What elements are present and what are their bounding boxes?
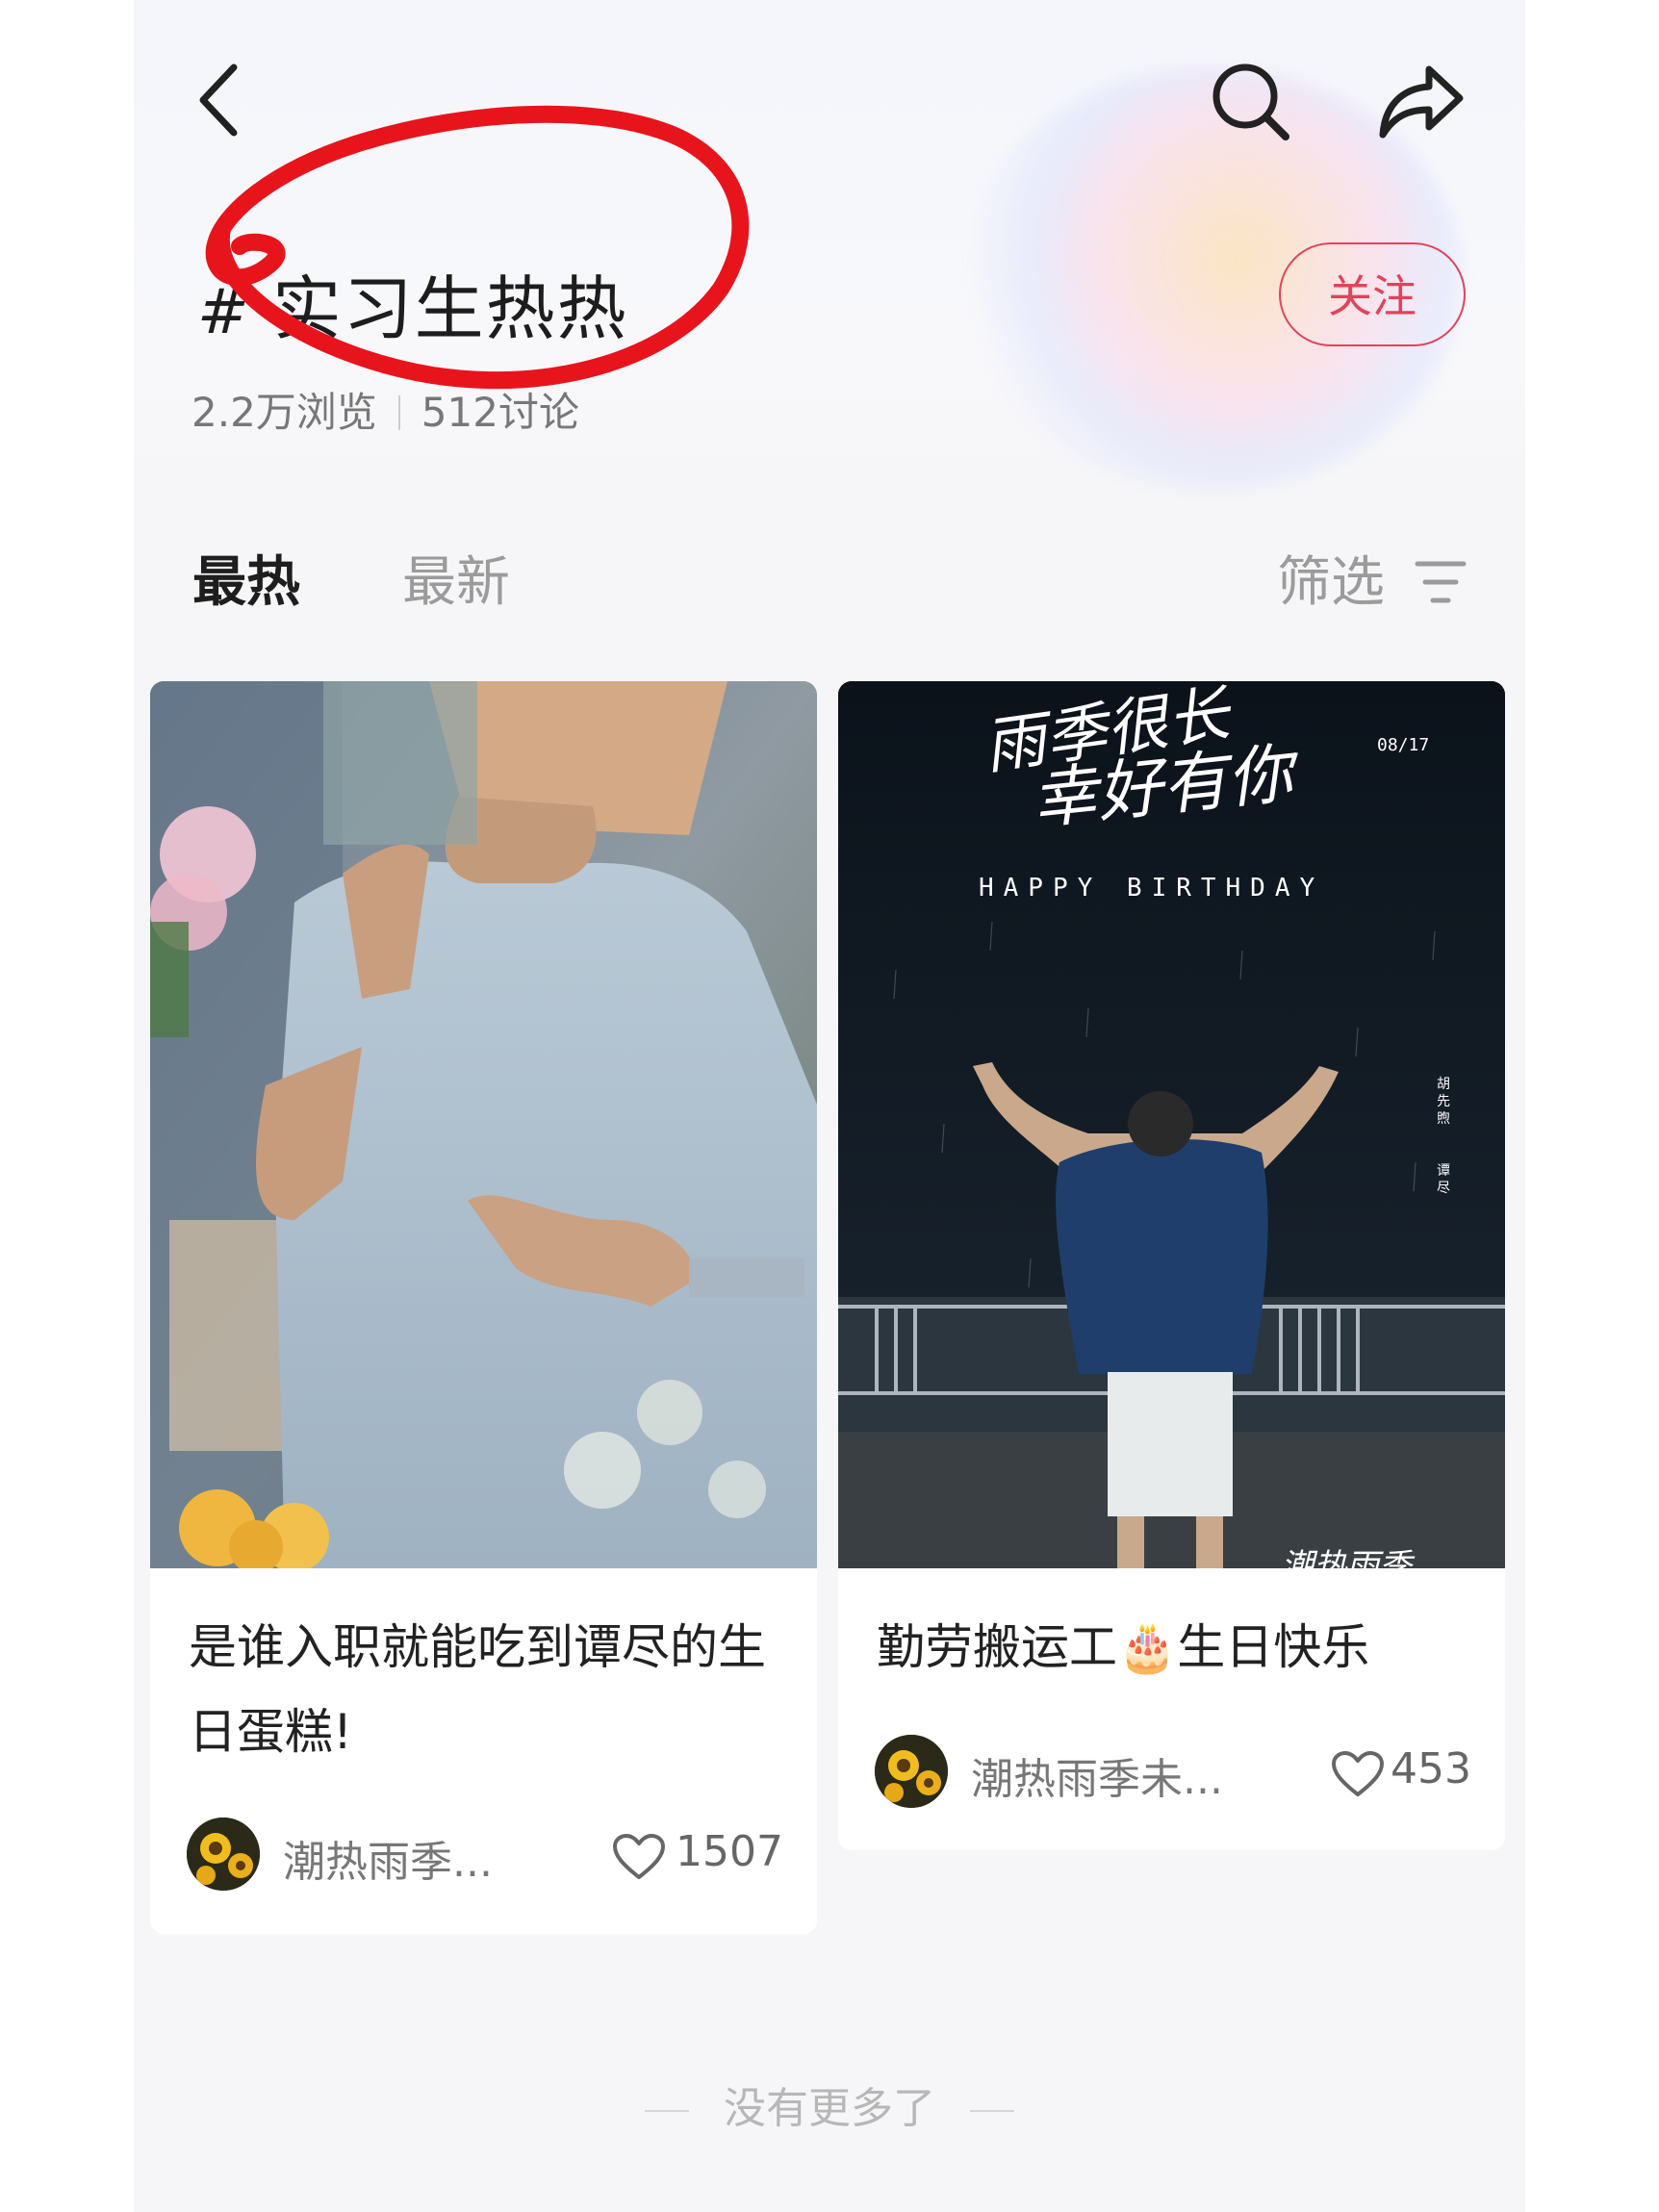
heart-outline-icon[interactable] (1331, 1750, 1385, 1798)
filter-lines-icon[interactable] (1414, 558, 1468, 606)
poster-side-text-2: 谭尽 (1437, 1163, 1450, 1196)
sunflower-avatar-icon (875, 1735, 948, 1808)
topic-page: # 实习生热热 2.2万浏览 512讨论 关注 最热 最新 筛选 是谁入职就能吃… (134, 0, 1525, 2212)
post-card[interactable]: 雨季很长 幸好有你 08/17 HAPPY BIRTHDAY 胡先煦 谭尽 潮热… (838, 681, 1505, 1850)
page-title: # 实习生热热 (197, 252, 628, 353)
hashtag-symbol: # (197, 277, 251, 348)
poster-side-text-1: 胡先煦 (1437, 1077, 1450, 1127)
share-icon[interactable] (1375, 60, 1468, 144)
post-title[interactable]: 是谁入职就能吃到谭尽的生日蛋糕! (189, 1605, 785, 1774)
end-of-list-indicator: 没有更多了 (134, 2073, 1525, 2135)
chevron-left-icon[interactable] (191, 60, 249, 140)
search-icon[interactable] (1207, 58, 1293, 144)
tab-newest[interactable]: 最新 (402, 539, 510, 617)
avatar[interactable] (187, 1818, 260, 1891)
post-title[interactable]: 勤劳搬运工🎂生日快乐 (877, 1605, 1473, 1690)
post-card[interactable]: 是谁入职就能吃到谭尽的生日蛋糕! 潮热雨季... 1507 (150, 681, 817, 1934)
like-count: 453 (1391, 1744, 1471, 1793)
heart-outline-icon[interactable] (612, 1833, 666, 1881)
author-name[interactable]: 潮热雨季... (283, 1827, 493, 1889)
divider-line (645, 2110, 689, 2112)
sunflower-avatar-icon (187, 1818, 260, 1891)
views-count: 2.2万浏览 (191, 389, 377, 436)
topic-stats: 2.2万浏览 512讨论 (191, 380, 579, 439)
divider-line (970, 2110, 1014, 2112)
avatar[interactable] (875, 1735, 948, 1808)
sort-tabs: 最热 最新 筛选 (134, 539, 1525, 625)
author-name[interactable]: 潮热雨季未... (971, 1744, 1223, 1806)
like-count: 1507 (676, 1827, 783, 1876)
post-cover-image[interactable] (150, 681, 817, 1568)
discussions-count: 512讨论 (421, 389, 579, 436)
filter-button[interactable]: 筛选 (1277, 539, 1385, 617)
poster-signature: 潮热雨季 (1281, 1547, 1412, 1568)
topic-title-text: 实习生热热 (271, 268, 628, 349)
poster-happy-birthday: HAPPY BIRTHDAY (979, 874, 1325, 903)
post-meta: 潮热雨季未... 453 (875, 1735, 1471, 1812)
poster-date: 08/17 (1377, 735, 1430, 755)
post-cover-image[interactable]: 雨季很长 幸好有你 08/17 HAPPY BIRTHDAY 胡先煦 谭尽 潮热… (838, 681, 1505, 1568)
photo-person-tshirt (150, 681, 817, 1568)
end-text: 没有更多了 (724, 2084, 935, 2133)
follow-button[interactable]: 关注 (1279, 242, 1466, 346)
tab-hottest[interactable]: 最热 (192, 539, 300, 617)
post-meta: 潮热雨季... 1507 (187, 1818, 783, 1894)
stats-divider (397, 395, 400, 430)
